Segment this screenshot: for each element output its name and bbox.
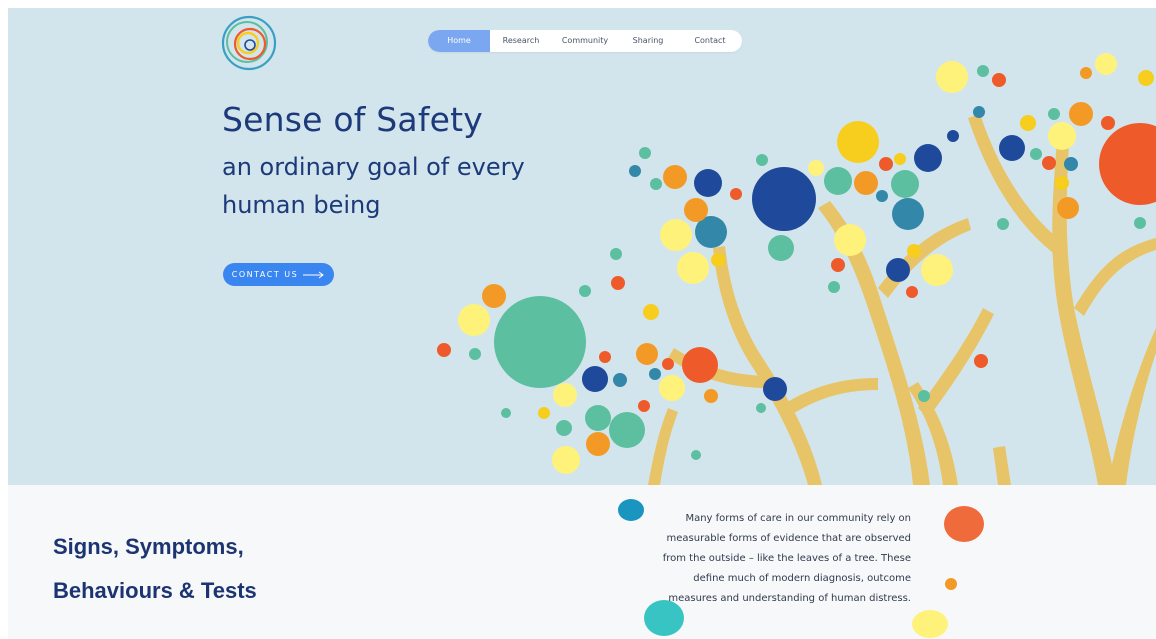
tab-sharing[interactable]: Sharing (618, 30, 678, 52)
tab-contact[interactable]: Contact (678, 30, 742, 52)
contact-us-button[interactable]: CONTACT US (223, 263, 334, 286)
concentric-spiral-logo[interactable] (220, 14, 278, 72)
hero-subtitle: an ordinary goal of every human being (222, 153, 525, 219)
tab-research[interactable]: Research (490, 30, 552, 52)
main-nav: Home Research Community Sharing Contact (428, 30, 742, 52)
tree-illustration (437, 53, 1156, 485)
section-title-line1: Signs, Symptoms, (53, 534, 244, 559)
contact-us-label: CONTACT US (231, 270, 299, 279)
arrow-right-icon (303, 271, 325, 278)
section-title-line2: Behaviours & Tests (53, 578, 257, 603)
hero-section: Home Research Community Sharing Contact … (8, 8, 1156, 485)
signs-section: Signs, Symptoms, Behaviours & Tests Many… (8, 485, 1156, 639)
section-title: Signs, Symptoms, Behaviours & Tests (53, 525, 393, 613)
tab-home[interactable]: Home (428, 30, 490, 52)
tab-community[interactable]: Community (552, 30, 618, 52)
hero-title: Sense of Safety (222, 100, 484, 139)
section-body: Many forms of care in our community rely… (662, 513, 911, 604)
